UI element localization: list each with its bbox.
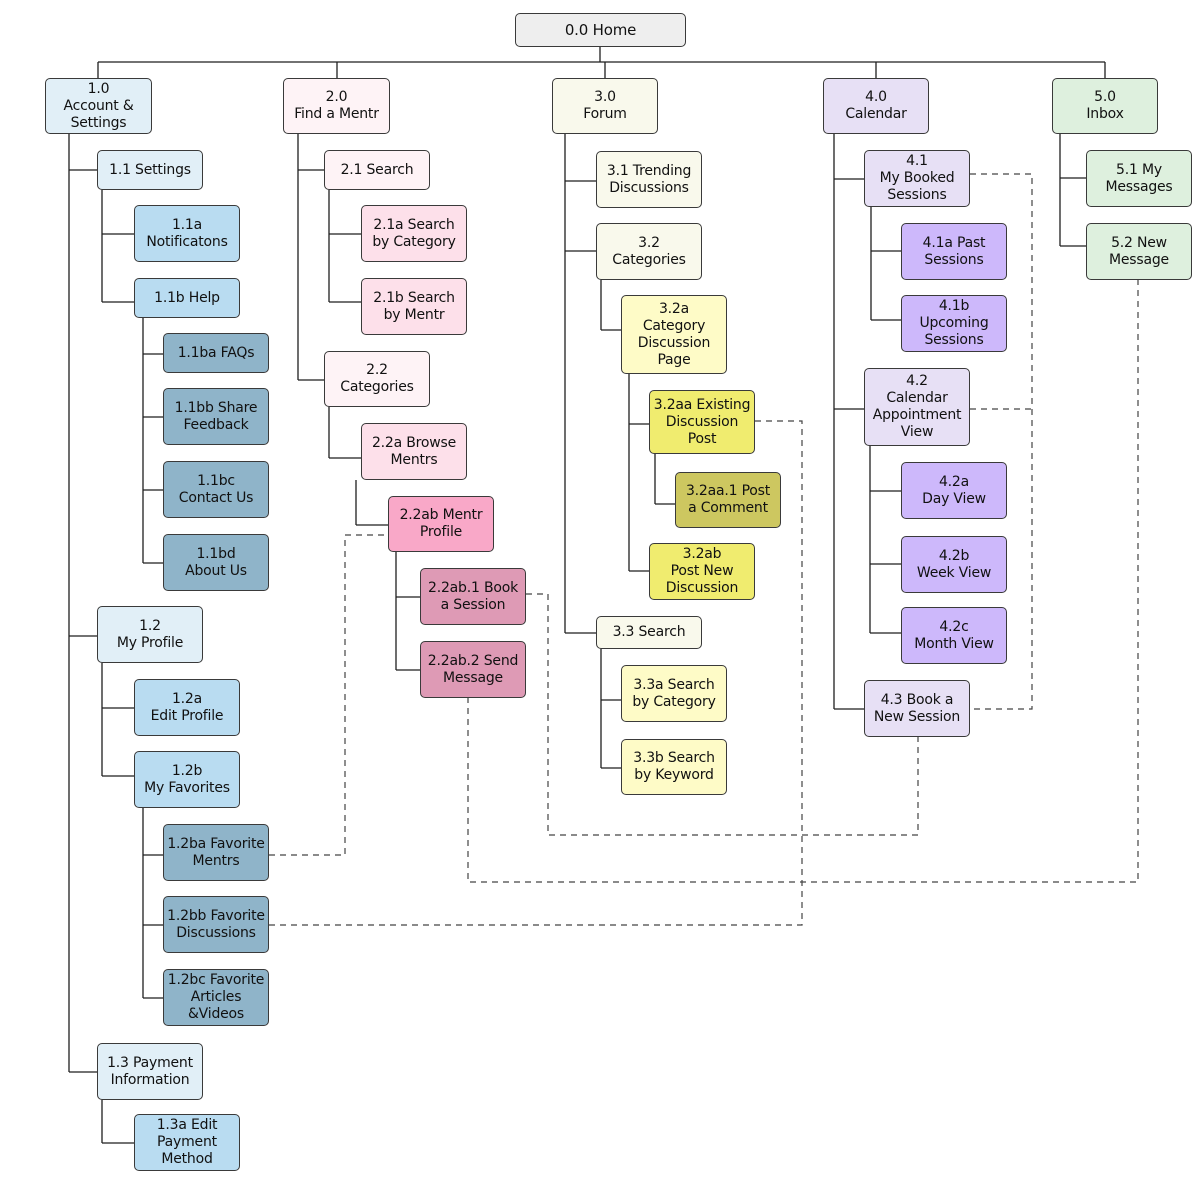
node-calendar-appointment-view[interactable]: 4.2 Calendar Appointment View — [864, 368, 970, 446]
connector-2-2a — [355, 480, 388, 526]
connector-1-1 — [101, 190, 134, 303]
connector-3-2aa — [654, 454, 675, 505]
node-book-a-session[interactable]: 2.2ab.1 Book a Session — [420, 568, 526, 625]
node-forum[interactable]: 3.0 Forum — [552, 78, 658, 134]
node-payment-information[interactable]: 1.3 Payment Information — [97, 1043, 203, 1100]
node-my-profile[interactable]: 1.2 My Profile — [97, 606, 203, 663]
node-favorite-articles-videos[interactable]: 1.2bc Favorite Articles &Videos — [163, 969, 269, 1026]
connector-1 — [68, 134, 97, 1073]
node-week-view[interactable]: 4.2b Week View — [901, 536, 1007, 593]
node-my-favorites[interactable]: 1.2b My Favorites — [134, 751, 240, 808]
node-month-view[interactable]: 4.2c Month View — [901, 607, 1007, 664]
connector-2 — [297, 134, 324, 381]
node-share-feedback[interactable]: 1.1bb Share Feedback — [163, 388, 269, 445]
connector-home — [97, 46, 1106, 78]
node-post-a-comment[interactable]: 3.2aa.1 Post a Comment — [675, 472, 781, 528]
node-faqs[interactable]: 1.1ba FAQs — [163, 333, 269, 373]
node-settings[interactable]: 1.1 Settings — [97, 150, 203, 190]
node-mentr-profile[interactable]: 2.2ab Mentr Profile — [388, 496, 494, 552]
node-forum-categories[interactable]: 3.2 Categories — [596, 223, 702, 280]
node-post-new-discussion[interactable]: 3.2ab Post New Discussion — [649, 543, 755, 600]
connector-4-1 — [870, 207, 901, 321]
node-inbox[interactable]: 5.0 Inbox — [1052, 78, 1158, 134]
node-browse-mentrs[interactable]: 2.2a Browse Mentrs — [361, 423, 467, 480]
connector-5 — [1059, 134, 1086, 247]
node-calendar[interactable]: 4.0 Calendar — [823, 78, 929, 134]
connector-1-2b — [142, 807, 163, 999]
node-find-a-mentr[interactable]: 2.0 Find a Mentr — [283, 78, 390, 134]
node-search-by-category[interactable]: 2.1a Search by Category — [361, 205, 467, 262]
connector-1-2 — [101, 663, 134, 777]
connector-3-3 — [600, 649, 621, 769]
node-forum-search[interactable]: 3.3 Search — [596, 616, 702, 649]
node-category-discussion-page[interactable]: 3.2a Category Discussion Page — [621, 295, 727, 374]
node-my-messages[interactable]: 5.1 My Messages — [1086, 150, 1192, 207]
node-contact-us[interactable]: 1.1bc Contact Us — [163, 461, 269, 518]
node-help[interactable]: 1.1b Help — [134, 278, 240, 318]
node-book-a-new-session[interactable]: 4.3 Book a New Session — [864, 680, 970, 737]
node-notifications[interactable]: 1.1a Notificatons — [134, 205, 240, 262]
node-upcoming-sessions[interactable]: 4.1b Upcoming Sessions — [901, 295, 1007, 352]
node-new-message[interactable]: 5.2 New Message — [1086, 223, 1192, 280]
crosslink-send-message — [467, 280, 1139, 883]
node-forum-search-by-category[interactable]: 3.3a Search by Category — [621, 665, 727, 722]
node-day-view[interactable]: 4.2a Day View — [901, 462, 1007, 519]
connector-4-2 — [869, 446, 901, 634]
node-mentr-search[interactable]: 2.1 Search — [324, 150, 430, 190]
node-my-booked-sessions[interactable]: 4.1 My Booked Sessions — [864, 150, 970, 207]
node-edit-profile[interactable]: 1.2a Edit Profile — [134, 679, 240, 736]
connector-2-2 — [328, 407, 361, 459]
crosslink-favorite-mentrs — [269, 534, 388, 856]
node-search-by-mentr[interactable]: 2.1b Search by Mentr — [361, 278, 467, 335]
node-send-message[interactable]: 2.2ab.2 Send Message — [420, 641, 526, 698]
node-about-us[interactable]: 1.1bd About Us — [163, 534, 269, 591]
node-search-by-keyword[interactable]: 3.3b Search by Keyword — [621, 739, 727, 795]
node-account-settings[interactable]: 1.0 Account & Settings — [45, 78, 152, 134]
node-favorite-mentrs[interactable]: 1.2ba Favorite Mentrs — [163, 824, 269, 881]
connector-1-1b — [142, 318, 163, 564]
node-past-sessions[interactable]: 4.1a Past Sessions — [901, 223, 1007, 280]
node-trending-discussions[interactable]: 3.1 Trending Discussions — [596, 151, 702, 208]
connector-3-2 — [600, 280, 621, 331]
connector-1-3 — [101, 1100, 134, 1144]
connector-3-2a — [628, 374, 649, 572]
node-mentr-categories[interactable]: 2.2 Categories — [324, 351, 430, 407]
connector-2-2ab — [395, 552, 420, 671]
sitemap-diagram: 0.0 Home 1.0 Account & Settings 1.1 Sett… — [0, 0, 1200, 1200]
node-home[interactable]: 0.0 Home — [515, 13, 686, 47]
node-edit-payment-method[interactable]: 1.3a Edit Payment Method — [134, 1114, 240, 1171]
node-existing-discussion-post[interactable]: 3.2aa Existing Discussion Post — [649, 390, 755, 454]
connector-4 — [833, 134, 864, 710]
connector-3 — [564, 134, 596, 634]
connector-2-1 — [328, 190, 361, 303]
node-favorite-discussions[interactable]: 1.2bb Favorite Discussions — [163, 896, 269, 953]
